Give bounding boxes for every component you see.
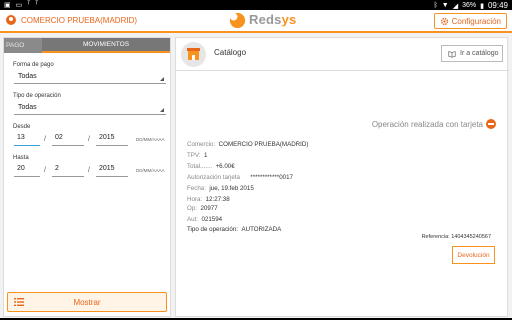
tv-icon: ▭ [15, 2, 23, 9]
catalog-title: Catálogo [214, 48, 247, 57]
detail-total: Total....... +6.00€ [187, 163, 235, 170]
desde-month-input[interactable]: 02 [52, 132, 84, 146]
user-icon [6, 15, 16, 25]
detail-hora: Hora: 12:27:38 [187, 196, 230, 203]
date-separator: / [44, 166, 46, 174]
forma-pago-label: Forma de pago [13, 62, 54, 68]
merchant-name: COMERCIO PRUEBA(MADRID) [21, 15, 138, 25]
book-icon [448, 50, 456, 58]
mostrar-label: Mostrar [73, 297, 101, 307]
desde-date-row: 13 02 2015 DD/MM/AAAA / / [14, 132, 165, 146]
detail-op: Op: 20977 [187, 205, 218, 212]
bluetooth-icon: ᛒ [433, 2, 438, 9]
hasta-day-input[interactable]: 20 [14, 163, 40, 177]
tab-movimientos[interactable]: MOVIMIENTOS [42, 38, 170, 53]
ir-catalogo-button[interactable]: Ir a catálogo [441, 45, 503, 62]
redsys-logo-icon [229, 12, 246, 29]
tab-bar: PAGO MOVIMIENTOS [4, 38, 170, 53]
hasta-year-input[interactable]: 2015 [96, 163, 128, 177]
devolucion-button[interactable]: Devolución [452, 246, 495, 264]
detail-tipo: Tipo de operación: AUTORIZADA [187, 226, 282, 233]
desde-year-input[interactable]: 2015 [96, 132, 128, 146]
catalog-header: Catálogo Ir a catálogo [176, 38, 509, 71]
tab-pago[interactable]: PAGO [4, 38, 42, 53]
hasta-label: Hasta [13, 155, 29, 161]
logo-text-b: ys [281, 12, 297, 27]
app-bar: COMERCIO PRUEBA(MADRID) Redsys Configura… [0, 10, 512, 33]
tipo-operacion-label: Tipo de operación [13, 93, 61, 99]
ir-catalogo-label: Ir a catálogo [460, 50, 499, 57]
detail-fecha: Fecha: jue, 19.feb 2015 [187, 185, 254, 192]
status-bar: ▣ ▭ ᵀ ᵀ ᛒ ▼ ◢ 36% ▮ 09:49 [0, 0, 512, 10]
merchant-info: COMERCIO PRUEBA(MADRID) [6, 15, 137, 25]
forma-pago-select[interactable]: Todas [14, 71, 166, 84]
configuration-label: Configuración [451, 16, 501, 26]
shop-icon [187, 48, 200, 60]
logo-text-a: Reds [249, 12, 282, 27]
card-icon [486, 119, 496, 129]
gear-icon [440, 17, 448, 25]
date-separator: / [88, 166, 90, 174]
clock: 09:49 [487, 1, 508, 10]
desde-day-input[interactable]: 13 [14, 132, 40, 146]
hasta-date-row: 20 2 2015 DD/MM/AAAA / / [14, 163, 165, 177]
battery-level: 36% [462, 2, 477, 9]
referencia: Referencia: 1404345240567 [421, 234, 491, 240]
mostrar-button[interactable]: Mostrar [7, 292, 167, 312]
wifi-icon: ◢ [452, 2, 459, 10]
signal-icon: ▼ [441, 2, 449, 9]
desde-label: Desde [13, 124, 31, 130]
notification-icon: ▣ [4, 2, 11, 9]
t2-icon: ᵀ [35, 1, 39, 8]
t-icon: ᵀ [27, 1, 31, 8]
detail-tarjeta: Autorización tarjeta ************0017 [187, 174, 293, 181]
hasta-format-hint: DD/MM/AAAA [136, 167, 165, 173]
operation-title: Operación realizada con tarjeta [371, 120, 483, 129]
list-icon [14, 298, 24, 306]
desde-format-hint: DD/MM/AAAA [136, 136, 165, 142]
date-separator: / [44, 135, 46, 143]
date-separator: / [88, 135, 90, 143]
detail-panel: Catálogo Ir a catálogo Operación realiza… [175, 37, 509, 317]
configuration-button[interactable]: Configuración [433, 13, 507, 29]
tipo-operacion-select[interactable]: Todas [14, 102, 166, 115]
detail-tpv: TPV: 1 [187, 152, 208, 159]
shop-avatar [181, 42, 206, 67]
filter-panel: PAGO MOVIMIENTOS Forma de pago Todas Tip… [3, 37, 171, 317]
hasta-month-input[interactable]: 2 [52, 163, 84, 177]
battery-icon: ▮ [480, 2, 484, 10]
redsys-logo: Redsys [228, 10, 296, 29]
detail-aut: Aut: 021594 [187, 216, 223, 223]
detail-comercio: Comercio: COMERCIO PRUEBA(MADRID) [187, 141, 309, 148]
